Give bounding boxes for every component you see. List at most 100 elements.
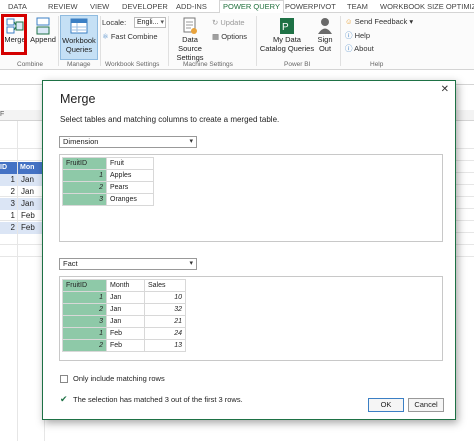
group-label-manage: Manage — [67, 61, 91, 68]
first-table-grid: FruitID Fruit 1 Apples 2 Pears 3 Oranges — [62, 157, 154, 206]
group-label-machine-settings: Machine Settings — [183, 61, 233, 68]
table-cell: 3 — [62, 193, 107, 206]
column-header-fruitid[interactable]: FruitID — [62, 157, 107, 170]
table-cell[interactable]: Feb — [18, 210, 44, 222]
table-header-cell[interactable]: ID — [0, 162, 17, 174]
close-icon[interactable]: ✕ — [441, 84, 449, 95]
power-bi-icon: P — [280, 18, 294, 34]
dialog-title: Merge — [60, 92, 96, 106]
smiley-icon: ☺ — [345, 17, 353, 26]
about-button[interactable]: ⓘ About — [345, 44, 374, 54]
append-button[interactable]: Append — [29, 17, 57, 44]
column-header-f[interactable]: F — [0, 111, 4, 118]
table-row[interactable]: 3 Oranges — [62, 193, 154, 206]
table-cell[interactable]: 1 — [0, 174, 17, 186]
options-button[interactable]: ▦ Options — [212, 32, 247, 42]
table-cell: 13 — [144, 339, 186, 352]
tab-data[interactable]: DATA — [8, 1, 27, 13]
column-header-fruit[interactable]: Fruit — [106, 157, 154, 170]
ribbon-separator — [100, 16, 101, 66]
sign-out-label-1: Sign — [317, 35, 333, 44]
second-table-preview: FruitID Month Sales 1 Jan 10 2 Jan 32 3 … — [59, 276, 443, 361]
ok-button[interactable]: OK — [368, 398, 404, 412]
table-cell[interactable]: 3 — [0, 198, 17, 210]
table-row: FruitID Fruit — [62, 157, 154, 170]
table-cell[interactable]: 2 — [0, 222, 17, 234]
locale-label: Locale: — [102, 18, 127, 27]
table-row[interactable]: 3 Jan 21 — [62, 315, 186, 328]
data-source-settings-button[interactable]: Data Source Settings — [170, 17, 210, 62]
update-button[interactable]: ↻ Update — [212, 18, 245, 28]
table-cell[interactable]: Jan — [18, 186, 44, 198]
ribbon-separator — [168, 16, 169, 66]
table-cell[interactable]: Jan — [18, 198, 44, 210]
table-cell: 32 — [144, 303, 186, 316]
second-table-grid: FruitID Month Sales 1 Jan 10 2 Jan 32 3 … — [62, 279, 186, 352]
merge-dialog: ✕ Merge Select tables and matching colum… — [42, 80, 456, 420]
tab-review[interactable]: REVIEW — [48, 1, 78, 13]
locale-select[interactable]: Engli... — [134, 17, 166, 28]
column-header-month[interactable]: Month — [106, 279, 145, 292]
table-cell: 21 — [144, 315, 186, 328]
table-cell[interactable]: Jan — [18, 174, 44, 186]
table-row[interactable]: 1 Apples — [62, 169, 154, 182]
second-table-select-value: Fact — [63, 259, 78, 268]
options-icon: ▦ — [212, 32, 220, 41]
table-row: FruitID Month Sales — [62, 279, 186, 292]
table-cell[interactable]: 1 — [0, 210, 17, 222]
first-table-preview: FruitID Fruit 1 Apples 2 Pears 3 Oranges — [59, 154, 443, 242]
checkmark-icon: ✔ — [60, 394, 68, 404]
send-feedback-label: Send Feedback — [354, 17, 408, 26]
cancel-button[interactable]: Cancel — [408, 398, 444, 412]
table-row[interactable]: 1 Jan 10 — [62, 291, 186, 304]
table-row[interactable]: 1 Feb 24 — [62, 327, 186, 340]
table-cell: 2 — [62, 303, 107, 316]
table-cell[interactable]: Feb — [18, 222, 44, 234]
update-label: Update — [220, 18, 245, 27]
tab-team[interactable]: TEAM — [347, 1, 368, 13]
table-header-cell[interactable]: Mon — [18, 162, 44, 174]
first-table-select[interactable]: Dimension ▾ — [59, 136, 197, 148]
second-table-select[interactable]: Fact ▾ — [59, 258, 197, 270]
workbook-queries-button[interactable]: Workbook Queries — [60, 15, 98, 60]
table-cell: Apples — [106, 169, 154, 182]
table-row[interactable]: 2 Feb 13 — [62, 339, 186, 352]
only-matching-rows-checkbox[interactable] — [60, 375, 68, 383]
ribbon-separator — [256, 16, 257, 66]
update-icon: ↻ — [212, 18, 219, 27]
tab-add-ins[interactable]: ADD-INS — [176, 1, 207, 13]
my-data-catalog-queries-button[interactable]: P My Data Catalog Queries — [258, 17, 316, 53]
chevron-down-icon: ▾ — [189, 138, 193, 145]
my-data-label-2: Catalog Queries — [259, 44, 315, 53]
column-header-sales[interactable]: Sales — [144, 279, 186, 292]
send-feedback-button[interactable]: ☺ Send Feedback ▾ — [345, 17, 413, 27]
workbook-queries-label-2: Queries — [65, 45, 93, 54]
table-cell: Feb — [106, 339, 145, 352]
ribbon-separator — [340, 16, 341, 66]
table-cell: 2 — [62, 339, 107, 352]
info-icon: ⓘ — [345, 44, 353, 53]
column-header-fruitid[interactable]: FruitID — [62, 279, 107, 292]
fast-combine-button[interactable]: ⚛ Fast Combine — [102, 32, 158, 42]
help-button[interactable]: ⓘ Help — [345, 31, 370, 41]
chevron-down-icon: ▾ — [409, 17, 414, 26]
fast-combine-icon: ⚛ — [102, 32, 109, 41]
match-status-text: The selection has matched 3 out of the f… — [73, 395, 243, 404]
table-row[interactable]: 2 Pears — [62, 181, 154, 194]
sign-out-button[interactable]: Sign Out — [313, 17, 337, 53]
append-icon — [36, 17, 50, 35]
append-label: Append — [30, 35, 56, 44]
group-label-help: Help — [370, 61, 384, 68]
help-icon: ⓘ — [345, 31, 353, 40]
svg-text:P: P — [282, 22, 289, 33]
tab-workbook-size[interactable]: WORKBOOK SIZE OPTIMIZ — [380, 1, 474, 13]
tab-power-query[interactable]: POWER QUERY — [219, 0, 284, 14]
workbook-queries-icon — [70, 18, 88, 34]
tab-powerpivot[interactable]: POWERPIVOT — [285, 1, 336, 13]
tab-view[interactable]: VIEW — [90, 1, 109, 13]
table-cell[interactable]: 2 — [0, 186, 17, 198]
tab-developer[interactable]: DEVELOPER — [122, 1, 168, 13]
chevron-down-icon: ▾ — [189, 260, 193, 267]
table-row[interactable]: 2 Jan 32 — [62, 303, 186, 316]
data-source-settings-label-1: Data Source — [178, 35, 202, 53]
